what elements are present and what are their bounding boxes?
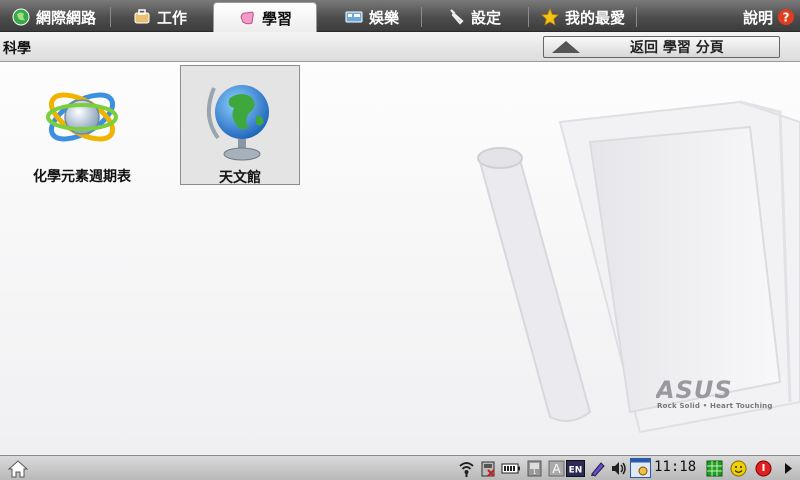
briefcase-icon: [133, 8, 151, 26]
tab-favorites[interactable]: 我的最愛: [538, 2, 628, 32]
top-tab-bar: 網際網路 工作 學習 娛樂 設定 我的最愛 說明 ?: [0, 0, 800, 33]
category-bar: 科學 返回 學習 分頁: [0, 32, 800, 62]
category-title: 科學: [3, 41, 31, 57]
taskbar: 1 A EN 11:18: [0, 455, 800, 480]
disk-icon[interactable]: [480, 460, 497, 477]
tab-entertainment[interactable]: 娛樂: [332, 2, 412, 32]
globe-icon: [12, 8, 30, 26]
app-periodic-table[interactable]: 化學元素週期表: [22, 65, 142, 185]
tab-work[interactable]: 工作: [122, 2, 198, 32]
help-icon: ?: [777, 8, 795, 26]
tab-label: 我的最愛: [564, 8, 625, 27]
app-label: 天文館: [219, 170, 261, 186]
font-icon[interactable]: A: [548, 460, 565, 477]
tab-internet[interactable]: 網際網路: [6, 2, 102, 32]
star-icon: [541, 7, 559, 26]
clock[interactable]: 11:18: [654, 459, 696, 475]
up-arrow-icon: [552, 41, 580, 53]
smiley-icon[interactable]: [730, 460, 747, 477]
volume-icon[interactable]: [610, 460, 627, 477]
back-button[interactable]: 返回 學習 分頁: [543, 36, 780, 58]
calendar-icon[interactable]: [630, 458, 651, 478]
svg-text:A: A: [552, 462, 561, 476]
asus-logo: ASUS: [656, 378, 733, 402]
tab-learning[interactable]: 學習: [213, 2, 317, 33]
tab-label: 設定: [470, 8, 501, 27]
network-icon[interactable]: [458, 460, 475, 477]
home-icon[interactable]: [7, 459, 29, 478]
svg-text:EN: EN: [569, 466, 583, 476]
atom-icon: [46, 92, 118, 142]
asus-tagline: Rock Solid • Heart Touching: [657, 402, 773, 410]
media-icon: [345, 8, 363, 26]
svg-text:ASUS: ASUS: [656, 378, 733, 402]
tab-label: 網際網路: [35, 8, 96, 27]
app-label: 化學元素週期表: [33, 169, 131, 185]
svg-text:?: ?: [783, 11, 790, 25]
arrow-right-icon[interactable]: [782, 460, 794, 477]
svg-text:1: 1: [533, 469, 537, 476]
battery-icon[interactable]: [501, 460, 521, 477]
tab-label: 學習: [261, 9, 292, 28]
back-button-label: 返回 學習 分頁: [630, 40, 724, 56]
app-planetarium[interactable]: 天文館: [180, 65, 300, 186]
language-icon[interactable]: EN: [566, 460, 585, 477]
grid-icon[interactable]: [706, 460, 723, 477]
wrench-icon: [447, 8, 465, 26]
app-launcher-area: 化學元素週期表 天文館 ASUS Rock Solid • Heart Touc…: [0, 62, 800, 455]
help-button[interactable]: 說明 ?: [738, 2, 800, 32]
power-icon[interactable]: [755, 460, 772, 477]
tab-label: 娛樂: [368, 8, 399, 27]
tab-label: 工作: [156, 8, 187, 27]
pen-icon[interactable]: [589, 460, 606, 477]
help-label: 說明: [742, 8, 773, 27]
tab-settings[interactable]: 設定: [436, 2, 512, 32]
keyboard-icon[interactable]: 1: [526, 460, 543, 477]
hand-icon: [238, 9, 256, 27]
globe-stand-icon: [206, 85, 269, 161]
